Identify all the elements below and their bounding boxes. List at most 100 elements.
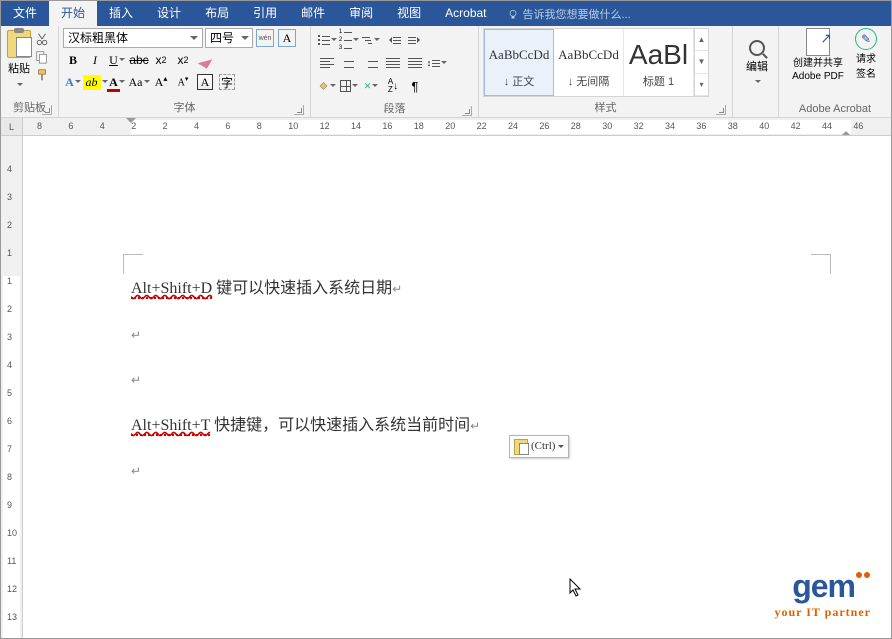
bold-button[interactable]: B (63, 50, 83, 70)
group-editing: 编辑 (733, 26, 779, 117)
ruler-tick: 20 (445, 121, 455, 131)
ruler-tick: 10 (288, 121, 298, 131)
change-case-button[interactable]: Aa (129, 72, 149, 92)
style-gallery-scroll[interactable]: ▲ ▼ ▾ (694, 29, 708, 96)
document-line-1[interactable]: Alt+Shift+D 键可以快速插入系统日期↵ (131, 276, 801, 302)
horizontal-ruler[interactable]: L 86422468101214161820222426283032343638… (1, 118, 891, 136)
superscript-button[interactable]: x2 (173, 50, 193, 70)
ruler-tick-v: 9 (7, 500, 12, 510)
ruler-tick: 4 (100, 121, 105, 131)
ruler-tick: 30 (602, 121, 612, 131)
ruler-tick-v: 8 (7, 472, 12, 482)
find-icon[interactable] (749, 40, 765, 56)
multilevel-list-button[interactable] (361, 30, 381, 50)
document-line-empty-3[interactable]: ↵ (131, 458, 801, 484)
paste-dropdown[interactable] (16, 78, 23, 92)
enclose-characters-button[interactable]: A (195, 72, 215, 92)
ruler-tick-v: 4 (7, 360, 12, 370)
ruler-tick-v: 7 (7, 444, 12, 454)
tab-layout[interactable]: 布局 (193, 1, 241, 26)
tab-home[interactable]: 开始 (49, 1, 97, 26)
tab-view[interactable]: 视图 (385, 1, 433, 26)
show-marks-button[interactable]: ¶ (405, 76, 425, 96)
tab-references[interactable]: 引用 (241, 1, 289, 26)
gallery-more-icon[interactable]: ▾ (695, 74, 708, 96)
group-styles: AaBbCcDd ↓ 正文 AaBbCcDd ↓ 无间隔 AaBl 标题 1 ▲… (479, 26, 733, 117)
tell-me-search[interactable]: 告诉我您想要做什么... (499, 1, 639, 26)
align-left-button[interactable] (317, 53, 337, 73)
borders-button[interactable] (339, 76, 359, 96)
increase-indent-button[interactable] (405, 30, 425, 50)
sort-button[interactable]: AZ↓ (383, 76, 403, 96)
gallery-down-icon[interactable]: ▼ (695, 51, 708, 73)
font-name-input[interactable]: 汉标粗黑体 (63, 28, 203, 48)
style-no-spacing[interactable]: AaBbCcDd ↓ 无间隔 (554, 29, 624, 96)
grow-font-button[interactable]: A▴ (151, 72, 171, 92)
shrink-font-button[interactable]: A▾ (173, 72, 193, 92)
tab-selector[interactable]: L (1, 118, 23, 136)
bullets-button[interactable] (317, 30, 337, 50)
subscript-button[interactable]: x2 (151, 50, 171, 70)
highlight-button[interactable]: ab (85, 72, 105, 92)
paragraph-launcher[interactable] (462, 106, 472, 116)
ruler-tick-v: 2 (7, 220, 12, 230)
copy-icon[interactable] (35, 50, 49, 64)
right-indent-marker[interactable] (841, 126, 851, 136)
paste-options-button[interactable]: (Ctrl) (509, 435, 569, 459)
ruler-tick-v: 12 (7, 584, 17, 594)
editing-dropdown[interactable] (754, 76, 761, 90)
paste-label[interactable]: 粘贴 (8, 60, 30, 76)
document-line-empty-1[interactable]: ↵ (131, 322, 801, 348)
editing-label[interactable]: 编辑 (746, 58, 768, 74)
character-border-button[interactable]: A (277, 28, 297, 48)
format-painter-icon[interactable] (35, 68, 49, 82)
shading-button[interactable] (317, 76, 337, 96)
tab-review[interactable]: 审阅 (337, 1, 385, 26)
spellcheck-text: Alt+Shift+T (131, 417, 210, 436)
tab-mail[interactable]: 邮件 (289, 1, 337, 26)
text-effects-button[interactable]: A (63, 72, 83, 92)
distribute-button[interactable] (405, 53, 425, 73)
vertical-ruler[interactable]: 432112345678910111213 (1, 136, 23, 638)
chevron-down-icon (558, 445, 564, 451)
ruler-tick-v: 11 (7, 556, 16, 566)
line-spacing-button[interactable]: ↕ (427, 53, 447, 73)
tab-acrobat[interactable]: Acrobat (433, 1, 498, 26)
tab-file[interactable]: 文件 (1, 1, 49, 26)
paragraph-mark-icon: ↵ (470, 419, 480, 433)
style-normal[interactable]: AaBbCcDd ↓ 正文 (484, 29, 554, 96)
create-share-pdf-button[interactable]: 创建并共享 Adobe PDF (787, 28, 849, 82)
tab-design[interactable]: 设计 (145, 1, 193, 26)
phonetic-guide-button[interactable]: wén (255, 28, 275, 48)
request-signature-button[interactable]: ✎ 请求 签名 (849, 28, 883, 80)
document-line-2[interactable]: Alt+Shift+T 快捷键，可以快速插入系统当前时间↵ (Ctrl) (131, 413, 801, 439)
underline-button[interactable]: U (107, 50, 127, 70)
document-page[interactable]: Alt+Shift+D 键可以快速插入系统日期↵ ↵ ↵ Alt+Shift+T… (23, 136, 891, 638)
asian-layout-button[interactable]: ✕ (361, 76, 381, 96)
ruler-tick-v: 3 (7, 192, 12, 202)
numbering-button[interactable]: 123 (339, 30, 359, 50)
paragraph-mark-icon: ↵ (131, 328, 141, 342)
group-font: 汉标粗黑体 四号 wén A B I U abc x2 x2 ◢ A ab A … (59, 26, 311, 117)
font-color-button[interactable]: A (107, 72, 127, 92)
mouse-cursor-icon (569, 578, 583, 598)
character-shading-button[interactable]: 字 (217, 72, 237, 92)
document-line-empty-2[interactable]: ↵ (131, 367, 801, 393)
italic-button[interactable]: I (85, 50, 105, 70)
clear-formatting-button[interactable]: ◢ (195, 50, 215, 70)
paste-icon[interactable] (7, 30, 31, 58)
tab-insert[interactable]: 插入 (97, 1, 145, 26)
font-launcher[interactable] (294, 105, 304, 115)
gallery-up-icon[interactable]: ▲ (695, 29, 708, 51)
strikethrough-button[interactable]: abc (129, 50, 149, 70)
styles-launcher[interactable] (716, 105, 726, 115)
ruler-tick-v: 4 (7, 164, 12, 174)
decrease-indent-button[interactable] (383, 30, 403, 50)
font-size-input[interactable]: 四号 (205, 28, 253, 48)
align-right-button[interactable] (361, 53, 381, 73)
clipboard-launcher[interactable] (42, 105, 52, 115)
cut-icon[interactable] (35, 32, 49, 46)
align-center-button[interactable] (339, 53, 359, 73)
style-heading1[interactable]: AaBl 标题 1 (624, 29, 694, 96)
justify-button[interactable] (383, 53, 403, 73)
